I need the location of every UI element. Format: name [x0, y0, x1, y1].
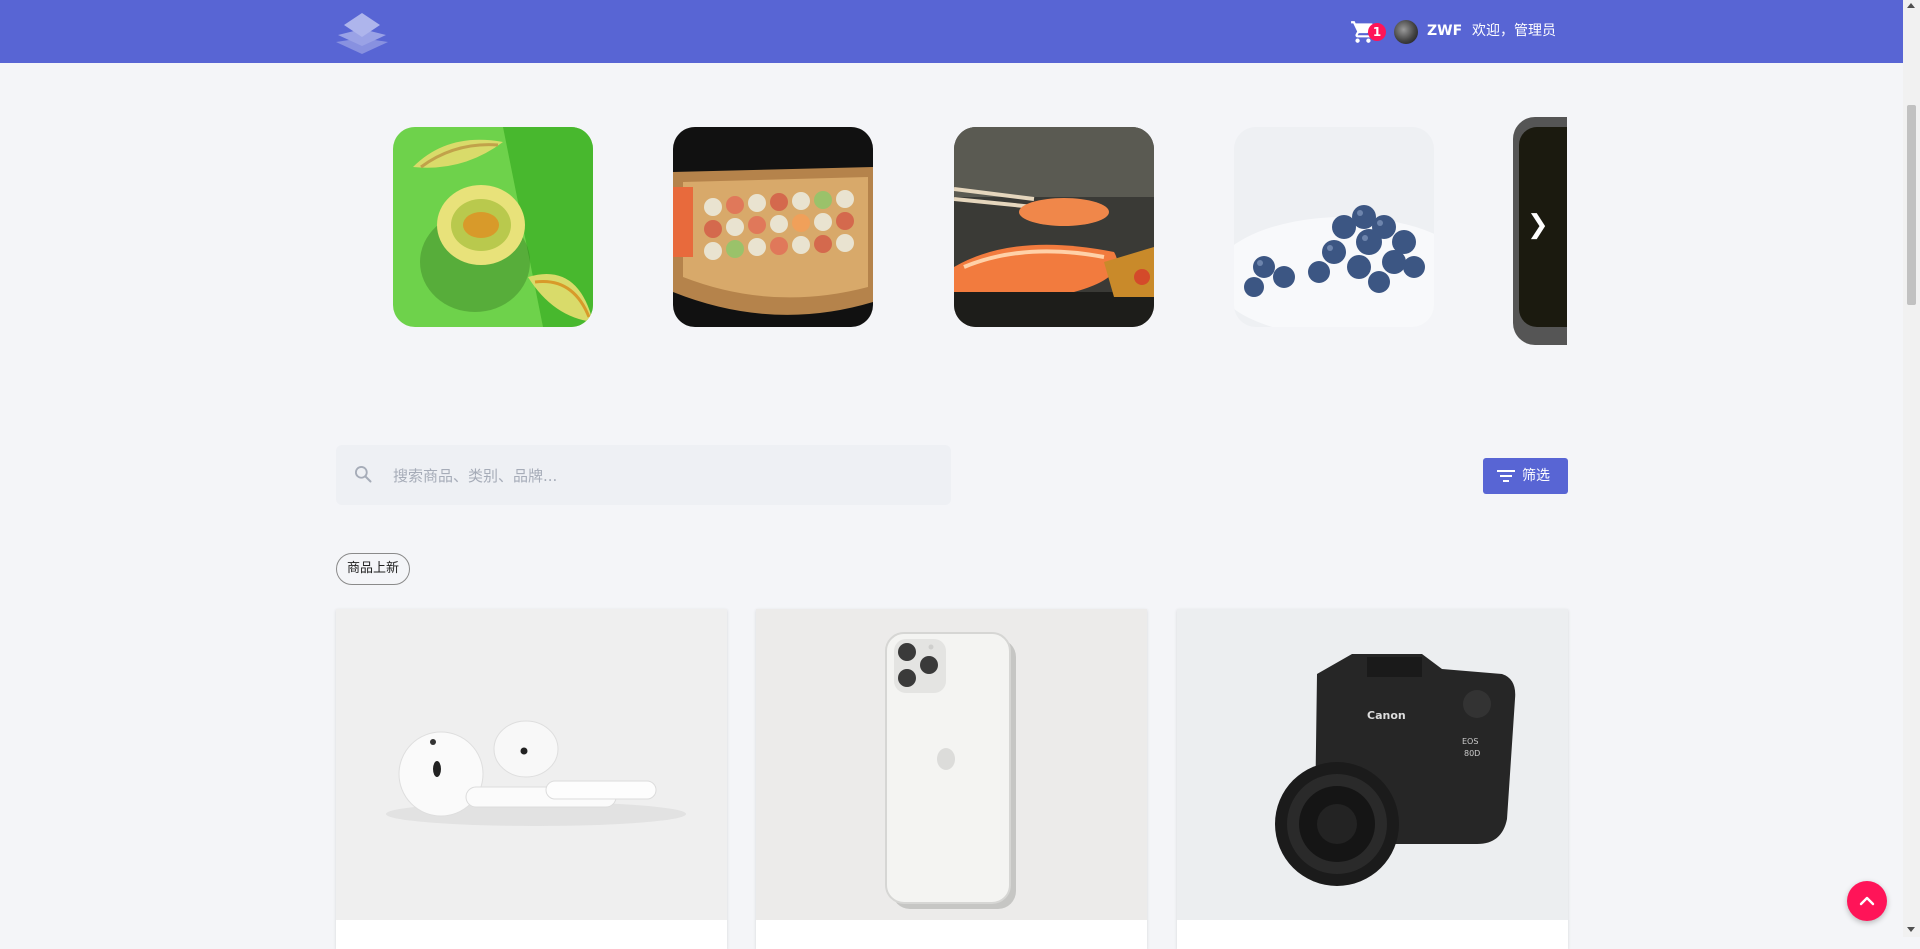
search-bar [336, 445, 951, 505]
carousel-next[interactable]: ❯ [1513, 117, 1567, 345]
avatar[interactable] [1394, 20, 1418, 44]
scroll-down-arrow-icon[interactable] [1907, 927, 1915, 932]
page-scrollbar[interactable] [1903, 0, 1920, 937]
back-to-top-button[interactable] [1847, 881, 1887, 921]
search-input[interactable] [391, 459, 935, 493]
layers-icon[interactable] [334, 11, 390, 55]
airpods-image [336, 609, 727, 920]
cart-count-badge: 1 [1368, 23, 1386, 41]
username[interactable]: ZWF [1427, 21, 1462, 41]
sushi-boat-image [673, 127, 873, 327]
svg-text:80D: 80D [1464, 749, 1480, 758]
arrow-up-icon [1859, 896, 1875, 906]
salmon-sushi-image [954, 127, 1154, 327]
search-icon [355, 466, 372, 483]
product-card-camera[interactable]: Canon EOS 80D [1177, 609, 1568, 949]
carousel-item-blueberries[interactable] [1234, 127, 1434, 327]
product-card-airpods[interactable] [336, 609, 727, 949]
carousel-item-salmon-sushi[interactable] [954, 127, 1154, 327]
svg-text:Canon: Canon [1367, 709, 1406, 722]
carousel-item-melon[interactable] [393, 127, 593, 327]
canon-camera-image: Canon EOS 80D [1177, 609, 1568, 920]
top-navbar: 1 ZWF 欢迎，管理员 [0, 0, 1903, 63]
blueberries-image [1234, 127, 1434, 327]
filter-button[interactable]: 筛选 [1483, 458, 1568, 494]
scroll-up-arrow-icon[interactable] [1907, 3, 1915, 8]
filter-label: 筛选 [1522, 468, 1550, 484]
chevron-right-icon[interactable]: ❯ [1527, 212, 1549, 238]
iphone-image [756, 609, 1147, 920]
svg-text:EOS: EOS [1462, 737, 1478, 746]
carousel-item-sushi-boat[interactable] [673, 127, 873, 327]
new-products-chip[interactable]: 商品上新 [336, 553, 411, 585]
filter-icon [1497, 470, 1515, 482]
product-card-iphone[interactable] [756, 609, 1147, 949]
scrollbar-thumb[interactable] [1907, 105, 1916, 305]
melon-image [393, 127, 593, 327]
welcome-text: 欢迎，管理员 [1472, 23, 1556, 39]
